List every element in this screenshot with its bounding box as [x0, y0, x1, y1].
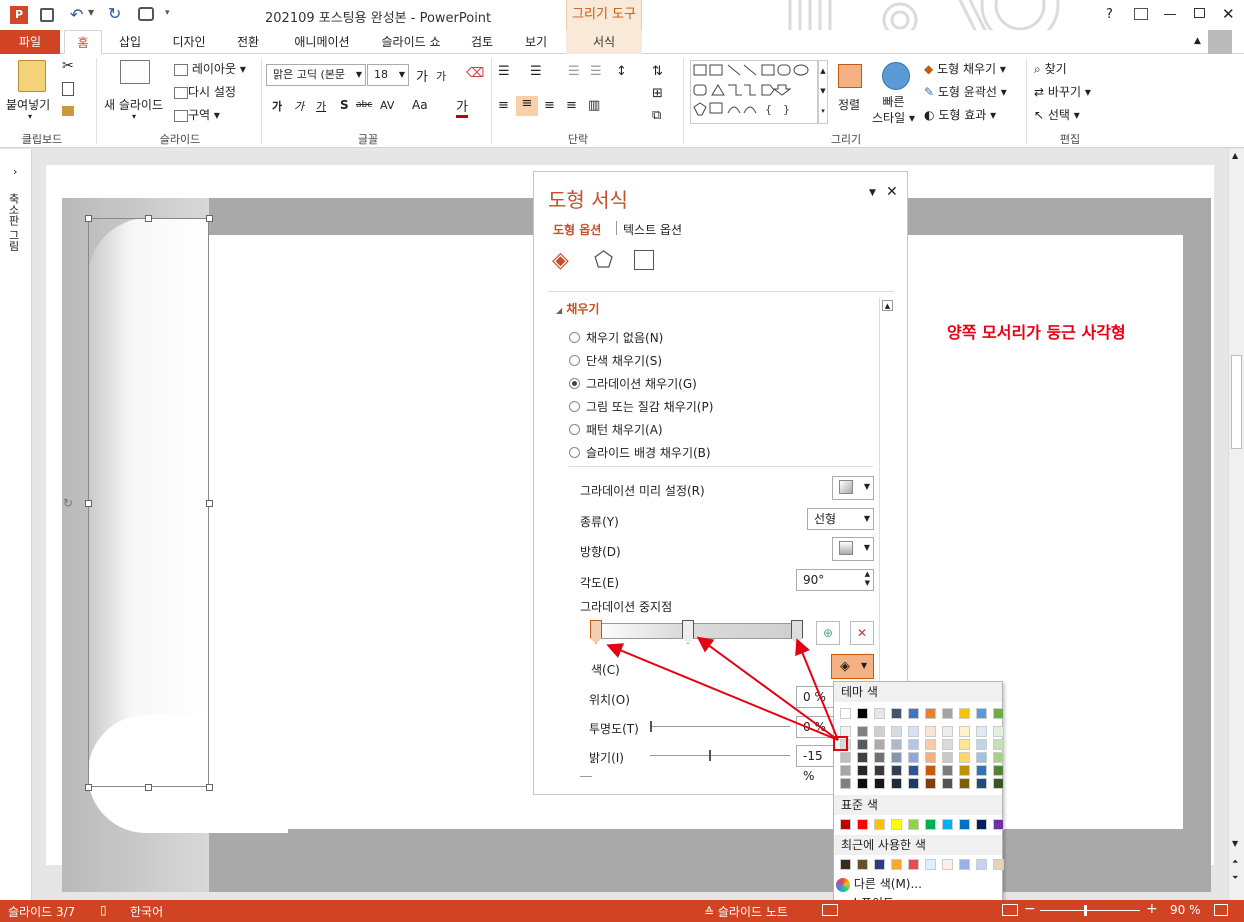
- zoom-in-icon[interactable]: +: [1146, 901, 1158, 917]
- fill-option-5[interactable]: 슬라이드 배경 채우기(B): [569, 444, 711, 461]
- radio-button[interactable]: [569, 447, 580, 458]
- fill-option-label: 그림 또는 질감 채우기(P): [586, 400, 714, 414]
- zoom-out-icon[interactable]: −: [1024, 901, 1036, 917]
- radio-button[interactable]: [569, 355, 580, 366]
- radio-button[interactable]: [569, 401, 580, 412]
- fill-option-3[interactable]: 그림 또는 질감 채우기(P): [569, 398, 713, 415]
- fill-option-label: 그라데이션 채우기(G): [586, 377, 697, 391]
- fill-option-0[interactable]: 채우기 없음(N): [569, 329, 663, 346]
- status-bar: 슬라이드 3/7 ▯ 한국어 ≙ 슬라이드 노트 − + 90 %: [0, 900, 1244, 922]
- sorter-view-icon[interactable]: [1002, 904, 1018, 916]
- zoom-thumb[interactable]: [1084, 905, 1087, 916]
- fit-slide-icon[interactable]: [1214, 904, 1228, 916]
- normal-view-icon[interactable]: [822, 904, 838, 916]
- zoom-slider[interactable]: [1040, 910, 1140, 911]
- fill-option-label: 패턴 채우기(A): [586, 423, 663, 437]
- fill-option-2[interactable]: 그라데이션 채우기(G): [569, 375, 697, 392]
- fill-option-4[interactable]: 패턴 채우기(A): [569, 421, 663, 438]
- notes-label: 슬라이드 노트: [717, 905, 788, 919]
- annotation-arrows: [606, 636, 848, 751]
- spellcheck-icon[interactable]: ▯: [100, 903, 107, 917]
- radio-button[interactable]: [569, 424, 580, 435]
- radio-button[interactable]: [569, 332, 580, 343]
- language-indicator[interactable]: 한국어: [130, 903, 163, 920]
- zoom-level[interactable]: 90 %: [1170, 903, 1201, 917]
- fill-option-label: 단색 채우기(S): [586, 354, 662, 368]
- arrow-to-stop-1: [606, 643, 839, 741]
- notes-icon: ≙: [704, 905, 715, 919]
- slide-counter[interactable]: 슬라이드 3/7: [8, 903, 75, 920]
- fill-option-label: 채우기 없음(N): [586, 331, 664, 345]
- fill-option-1[interactable]: 단색 채우기(S): [569, 352, 662, 369]
- fill-option-label: 슬라이드 배경 채우기(B): [586, 446, 711, 460]
- notes-button[interactable]: ≙ 슬라이드 노트: [704, 903, 788, 920]
- radio-button[interactable]: [569, 378, 580, 389]
